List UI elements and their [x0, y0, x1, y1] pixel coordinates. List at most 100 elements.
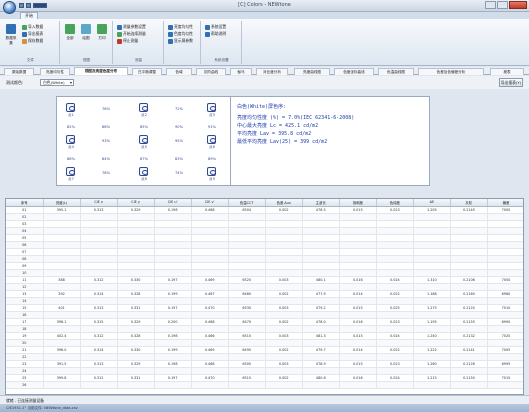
- table-cell: [154, 241, 192, 249]
- table-row[interactable]: 12: [6, 283, 523, 291]
- save-data-button[interactable]: 保存数据: [22, 38, 43, 44]
- export-report-top-button[interactable]: 导出报表(Y): [499, 78, 523, 87]
- table-row[interactable]: 21 396.0 0.314 0.330 0.199 0.469 6495 0.002 479.…: [6, 346, 523, 354]
- measure-point-icon[interactable]: [207, 167, 216, 176]
- application-menu-button[interactable]: [3, 1, 16, 14]
- print-icon: [97, 24, 107, 34]
- column-header[interactable]: 饱和度: [339, 199, 377, 207]
- tab-gamut[interactable]: 色域: [166, 68, 192, 75]
- column-header[interactable]: CIE x: [80, 199, 118, 207]
- print-button[interactable]: 打印: [95, 24, 109, 46]
- measure-settings-button[interactable]: 测量参数设置: [117, 24, 146, 30]
- tab-white-balance[interactable]: 白平衡调整: [132, 68, 162, 75]
- table-row[interactable]: 03: [6, 220, 523, 228]
- column-header[interactable]: CIE y: [117, 199, 155, 207]
- table-cell: 1.188: [413, 290, 451, 298]
- minimize-button[interactable]: [485, 1, 496, 9]
- maximize-button[interactable]: [497, 1, 508, 9]
- import-data-button[interactable]: 导入数据: [22, 24, 43, 30]
- table-cell: [265, 339, 303, 347]
- tab-luminance-uniformity[interactable]: 亮度均匀性: [40, 68, 70, 75]
- table-row[interactable]: 25 399.8 0.312 0.331 0.197 0.470 6515 0.002 480.…: [6, 374, 523, 382]
- column-header[interactable]: CIE u': [154, 199, 192, 207]
- tab-report[interactable]: 报表: [490, 68, 524, 75]
- table-row[interactable]: 05: [6, 234, 523, 242]
- column-header[interactable]: 主波长: [302, 199, 340, 207]
- measure-point-icon[interactable]: [139, 103, 148, 112]
- column-header[interactable]: ΔE: [413, 199, 451, 207]
- table-row[interactable]: 20: [6, 339, 523, 347]
- table-cell: [450, 262, 488, 270]
- system-settings-button[interactable]: 系统设置: [205, 24, 226, 30]
- table-row[interactable]: 10: [6, 269, 523, 277]
- measure-point-icon[interactable]: [139, 167, 148, 176]
- column-header[interactable]: 色差 Δuv: [265, 199, 303, 207]
- export-report-button[interactable]: 导出报表: [22, 31, 43, 37]
- table-cell: 17: [6, 318, 44, 326]
- table-row[interactable]: 01 395.1 0.313 0.329 0.198 0.468 6504 0.002 478.…: [6, 206, 523, 214]
- measure-point-icon[interactable]: [66, 167, 75, 176]
- stop-measure-button[interactable]: 停止测量: [117, 38, 138, 44]
- column-header[interactable]: 色温CCT: [228, 199, 266, 207]
- table-cell: [413, 339, 451, 347]
- display-params-button[interactable]: 显示屏参数: [168, 38, 193, 44]
- table-cell: [154, 311, 192, 319]
- table-cell: [117, 213, 155, 221]
- table-row[interactable]: 13 392 0.314 0.328 0.199 0.467 6480 0.002 477.9 0…: [6, 290, 523, 298]
- help-button[interactable]: 帮助说明: [205, 31, 226, 37]
- tab-gamma[interactable]: 伽马: [230, 68, 252, 75]
- column-header[interactable]: 偏差: [487, 199, 523, 207]
- table-row[interactable]: 22: [6, 353, 523, 361]
- measure-point-icon[interactable]: [207, 135, 216, 144]
- ribbon-tab-home[interactable]: 开始: [20, 12, 38, 19]
- table-row[interactable]: 02: [6, 213, 523, 221]
- continuous-measure-button[interactable]: 开始连续测量: [117, 31, 146, 37]
- table-row[interactable]: 24: [6, 367, 523, 375]
- table-cell: 6480: [228, 290, 266, 298]
- table-row[interactable]: 04: [6, 227, 523, 235]
- table-row[interactable]: 16: [6, 311, 523, 319]
- tab-color-difference[interactable]: 色差及色偏差分析: [418, 68, 484, 75]
- table-cell: 6515: [228, 374, 266, 382]
- luminance-uniformity-button[interactable]: 亮度均匀性: [168, 24, 193, 30]
- measure-point-icon[interactable]: [66, 103, 75, 112]
- measure-point-icon[interactable]: [66, 135, 75, 144]
- table-row[interactable]: 08: [6, 255, 523, 263]
- table-row[interactable]: 11 388 0.312 0.330 0.197 0.469 6520 0.003 480.1 0…: [6, 276, 523, 284]
- chroma-uniformity-button[interactable]: 色度均匀性: [168, 31, 193, 37]
- plot-button[interactable]: 绘图: [79, 24, 93, 46]
- table-row[interactable]: 19 402.4 0.312 0.328 0.198 0.466 6510 0.003 481.…: [6, 332, 523, 340]
- table-row[interactable]: 17 398.1 0.315 0.329 0.200 0.468 6470 0.002 478.…: [6, 318, 523, 326]
- table-row[interactable]: 14: [6, 297, 523, 305]
- table-cell: [43, 325, 81, 333]
- tab-raw-data[interactable]: 原始数据: [4, 68, 34, 75]
- column-header[interactable]: 亮度(L): [43, 199, 81, 207]
- tab-contrast[interactable]: 对比度分析: [256, 68, 288, 75]
- table-row[interactable]: 15 401 0.313 0.331 0.197 0.470 6530 0.003 479.2 0…: [6, 304, 523, 312]
- tab-luminance-distribution[interactable]: 视图及亮度色度分布: [74, 67, 128, 75]
- table-row[interactable]: 26: [6, 381, 523, 389]
- table-cell: [80, 367, 118, 375]
- close-button[interactable]: [509, 1, 527, 9]
- measure-point-icon[interactable]: [207, 103, 216, 112]
- table-row[interactable]: 09: [6, 262, 523, 270]
- table-row[interactable]: 18: [6, 325, 523, 333]
- column-header[interactable]: 色纯度: [376, 199, 414, 207]
- tab-luminance-curve[interactable]: 亮度曲线图: [294, 68, 330, 75]
- table-row[interactable]: 07: [6, 248, 523, 256]
- table-row[interactable]: 23 391.5 0.313 0.329 0.198 0.468 6500 0.003 478.…: [6, 360, 523, 368]
- column-header[interactable]: 灰阶: [450, 199, 488, 207]
- measure-point-icon[interactable]: [139, 135, 148, 144]
- table-cell: [154, 283, 192, 291]
- tab-cct-curve[interactable]: 色温曲线图: [378, 68, 414, 75]
- data-acquire-button[interactable]: 数据采集: [4, 24, 18, 46]
- column-header[interactable]: 序号: [6, 199, 44, 207]
- point-label: 点2: [141, 113, 147, 117]
- view-all-button[interactable]: 全部: [63, 24, 77, 46]
- tab-chroma-curve[interactable]: 色度坐标曲线: [334, 68, 374, 75]
- test-color-select[interactable]: 白色(White): [40, 79, 74, 86]
- column-header[interactable]: CIE v': [191, 199, 229, 207]
- tab-gray-curve[interactable]: 灰阶曲线: [196, 68, 226, 75]
- table-row[interactable]: 06: [6, 241, 523, 249]
- table-cell: 6510: [228, 332, 266, 340]
